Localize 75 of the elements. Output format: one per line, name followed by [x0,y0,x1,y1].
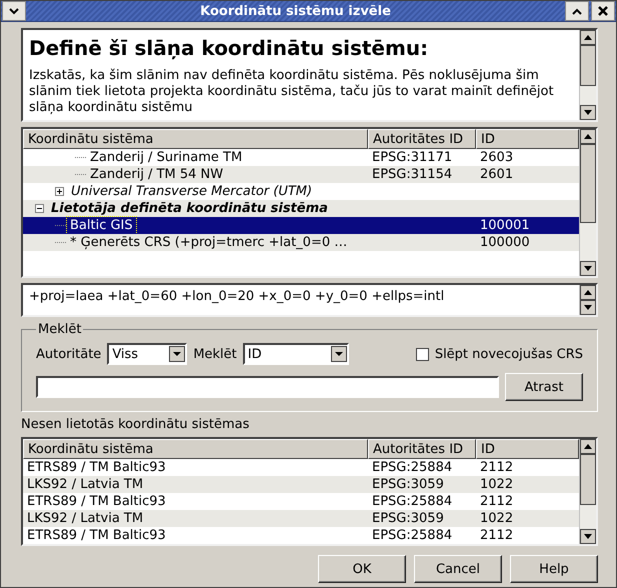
scrollbar[interactable] [579,30,596,120]
down-arrow-icon [584,534,592,539]
table-cell-text: LKS92 / Latvia TM [26,476,144,493]
scrollbar[interactable] [579,129,596,276]
tree-item-label: * Ģenerēts CRS (+proj=tmerc +lat_0=0 … [69,234,348,251]
table-cell-text: ETRS89 / TM Baltic93 [26,493,167,510]
table-cell-text: 1022 [479,476,514,493]
up-arrow-icon [584,290,592,295]
maximize-button[interactable] [565,1,589,21]
table-cell-text: EPSG:31154 [371,166,454,183]
column-header[interactable]: Koordinātu sistēma [23,439,368,459]
up-arrow-icon [584,35,592,40]
table-cell-text: 2112 [479,493,514,510]
dialog-button[interactable]: OK [318,555,406,583]
group-title: Meklēt [37,322,82,337]
table-cell-text: LKS92 / Latvia TM [26,510,144,527]
checkbox-label: Slēpt novecojušas CRS [434,346,583,362]
dialog-button[interactable]: Help [510,555,598,583]
table-cell-text: EPSG:31171 [371,149,454,166]
table-cell-text: ETRS89 / TM Baltic93 [26,527,167,544]
column-header[interactable]: Koordinātu sistēma [23,129,368,149]
search-field-label: Meklēt [193,346,237,362]
table-cell-text: 2112 [479,459,514,476]
collapse-icon[interactable] [35,204,44,213]
close-button[interactable] [591,1,615,21]
authority-dropdown[interactable]: Viss [107,343,188,365]
tree-row[interactable]: Lietotāja definēta koordinātu sistēma [23,200,579,217]
expand-icon[interactable] [55,187,64,196]
down-arrow-icon [584,305,592,310]
chevron-up-icon [572,8,582,14]
tree-item-label: Zanderij / TM 54 NW [89,166,224,183]
tree-item-label: Universal Transverse Mercator (UTM) [70,183,314,200]
tree-item-label: Zanderij / Suriname TM [89,149,244,166]
table-cell-text: 100000 [479,234,531,251]
column-header[interactable]: ID [476,439,579,459]
table-row[interactable]: LKS92 / Latvia TM EPSG:3059 1022 [23,510,579,527]
table-cell-text: 2601 [479,166,514,183]
column-header[interactable]: ID [476,129,579,149]
window-title: Koordinātu sistēmu izvēle [199,4,392,18]
table-cell-text: EPSG:25884 [371,527,454,544]
description-heading: Definē šī slāņa koordinātu sistēmu: [29,36,430,60]
up-arrow-icon [584,134,592,139]
table-cell-text: EPSG:3059 [371,476,445,493]
table-cell-text: 1022 [479,510,514,527]
column-header[interactable]: Autoritātes ID [368,439,476,459]
table-cell-text: EPSG:3059 [371,510,445,527]
scrollbar[interactable] [579,285,596,315]
table-cell-text: 2112 [479,527,514,544]
recent-title: Nesen lietotās koordinātu sistēmas [21,417,250,432]
table-cell-text: 2603 [479,149,514,166]
proj-string: +proj=laea +lat_0=60 +lon_0=20 +x_0=0 +y_0=0 +ellps=intl [28,288,446,306]
table-cell-text: EPSG:25884 [371,459,454,476]
authority-label: Autoritāte [36,346,102,362]
search-field-dropdown[interactable]: ID [242,343,349,365]
down-arrow-icon [584,110,592,115]
checkbox[interactable] [416,348,429,360]
close-icon [598,6,608,16]
column-header[interactable]: Autoritātes ID [368,129,476,149]
tree-row[interactable]: Baltic GIS 100001 [23,217,579,234]
table-cell-text: 100001 [479,217,531,234]
menu-button[interactable] [2,1,26,21]
tree-row[interactable]: * Ģenerēts CRS (+proj=tmerc +lat_0=0 … 100000 [23,234,579,251]
down-arrow-icon [584,266,592,271]
table-cell-text: ETRS89 / TM Baltic93 [26,459,167,476]
scrollbar[interactable] [579,439,596,544]
table-cell-text: EPSG:25884 [371,493,454,510]
table-row[interactable]: LKS92 / Latvia TM EPSG:3059 1022 [23,476,579,493]
tree-item-label: Baltic GIS [67,217,136,234]
tree-item-label: Lietotāja definēta koordinātu sistēma [50,200,329,217]
up-arrow-icon [584,444,592,449]
dialog-button[interactable]: Cancel [414,555,502,583]
find-button[interactable]: Atrast [505,373,583,401]
chevron-down-icon [9,8,19,14]
tree-row[interactable]: Zanderij / TM 54 NW EPSG:31154 2601 [23,166,579,183]
description-text: Izskatās, ka šim slānim nav definēta koordinātu sistēma. Pēs noklusējuma šim slānim tiek lietota projekta koordinātu sistēma, taču jūs to varat mainīt definējot slāņa koordinātu sistēmu [29,68,555,116]
